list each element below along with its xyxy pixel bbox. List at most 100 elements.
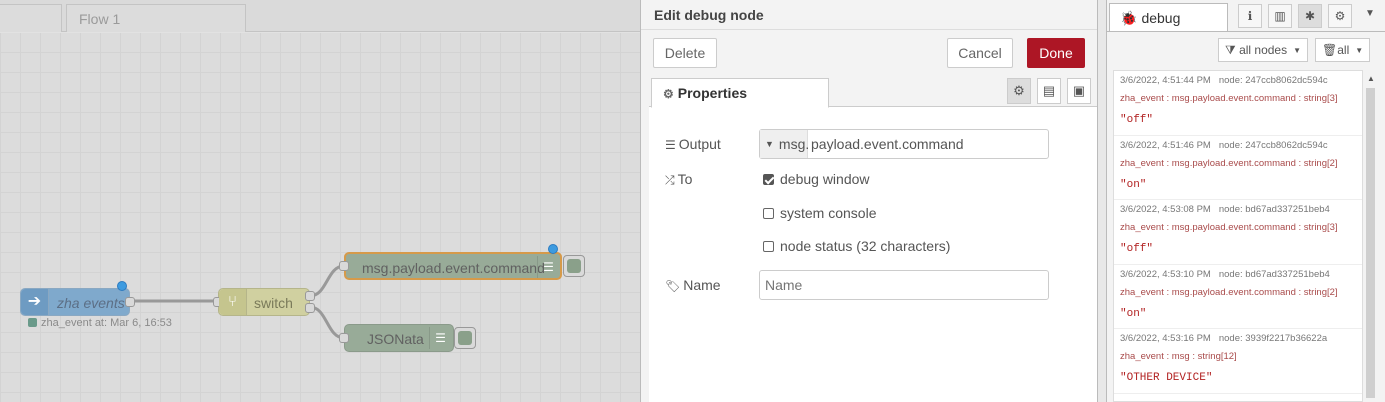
output-port-1[interactable]	[305, 291, 315, 301]
caret-down-icon: ▼	[1355, 46, 1364, 55]
message-node-link[interactable]: node: bd67ad337251beb4	[1219, 269, 1330, 280]
settings-gear-button[interactable]: ⚙	[1007, 78, 1031, 104]
name-input[interactable]	[759, 270, 1049, 300]
message-meta: 3/6/2022, 4:51:46 PM node: 247ccb8062dc59…	[1120, 140, 1356, 151]
output-port-2[interactable]	[305, 303, 315, 313]
flow-tabbar: Flow 1	[0, 0, 640, 32]
jsonata-label: JSONata	[367, 331, 424, 347]
debug-node-label: msg.payload.event.command	[362, 260, 545, 276]
debug-message-list[interactable]: 3/6/2022, 4:51:44 PM node: 247ccb8062dc59…	[1113, 70, 1363, 402]
message-time: 3/6/2022, 4:51:46 PM	[1120, 139, 1211, 151]
message-topic: zha_event : msg.payload.event.command : …	[1120, 222, 1338, 233]
document-icon: ▤	[1042, 83, 1056, 98]
edit-debug-panel: Edit debug node Delete Cancel Done ⚙ Prop…	[640, 0, 1098, 402]
debug-list-icon: ☰	[537, 256, 559, 278]
debug-message[interactable]: 3/6/2022, 4:53:16 PM node: 3939f2217b3662…	[1114, 329, 1362, 394]
message-node-link[interactable]: node: bd67ad337251beb4	[1219, 204, 1330, 215]
flow-workspace: Flow 1 ➔ zha events zha_event at: Mar 6,…	[0, 0, 640, 402]
filter-nodes-dropdown[interactable]: ⧩ all nodes ▼	[1218, 38, 1309, 62]
flow-canvas[interactable]: ➔ zha events zha_event at: Mar 6, 16:53 …	[0, 33, 640, 402]
debug-message[interactable]: 3/6/2022, 4:51:46 PM node: 247ccb8062dc59…	[1114, 136, 1362, 200]
message-time: 3/6/2022, 4:53:16 PM	[1120, 333, 1211, 344]
flow-tab-flow1[interactable]: Flow 1	[66, 4, 246, 32]
debug-message[interactable]: 3/6/2022, 4:53:10 PM node: bd67ad337251be…	[1114, 265, 1362, 329]
to-label: ⤮ To	[665, 171, 692, 188]
switch-node[interactable]: ⑂ switch	[213, 288, 315, 316]
message-node-link[interactable]: node: 247ccb8062dc594c	[1219, 75, 1328, 86]
output-value: payload.event.command	[811, 136, 964, 152]
panel-title: Edit debug node	[641, 0, 1097, 30]
debug-tab-button[interactable]: ✱	[1298, 4, 1322, 28]
debug-tab[interactable]: 🐞 debug	[1109, 3, 1228, 31]
message-payload[interactable]: "on"	[1120, 308, 1356, 320]
clear-dropdown[interactable]: 🗑all ▼	[1315, 38, 1371, 62]
debug-message[interactable]: 3/6/2022, 4:51:44 PM node: 247ccb8062dc59…	[1114, 71, 1362, 136]
checkbox-checked[interactable]	[763, 174, 774, 185]
message-payload[interactable]: "off"	[1120, 114, 1356, 126]
debug-window-checkbox[interactable]: debug window	[763, 171, 870, 187]
message-meta: 3/6/2022, 4:53:10 PM node: bd67ad337251be…	[1120, 269, 1356, 280]
message-payload[interactable]: "off"	[1120, 243, 1356, 255]
config-tab-button[interactable]: ⚙	[1328, 4, 1352, 28]
chevron-down-icon[interactable]: ▼	[1365, 8, 1375, 19]
output-label-text: Output	[678, 136, 721, 152]
message-meta: 3/6/2022, 4:51:44 PM node: 247ccb8062dc59…	[1120, 75, 1356, 86]
zha-events-status: zha_event at: Mar 6, 16:53	[28, 317, 172, 329]
flow-tab-previous[interactable]	[0, 4, 62, 32]
message-time: 3/6/2022, 4:53:10 PM	[1120, 268, 1211, 280]
jsonata-node[interactable]: JSONata ☰	[339, 324, 454, 352]
cancel-button[interactable]: Cancel	[947, 38, 1013, 68]
info-tab-button[interactable]: ℹ	[1238, 4, 1262, 28]
tab-properties-label: Properties	[677, 85, 748, 101]
description-button[interactable]: ▤	[1037, 78, 1061, 104]
input-port[interactable]	[339, 333, 349, 343]
message-payload[interactable]: "OTHER DEVICE"	[1120, 372, 1356, 384]
message-payload[interactable]: "on"	[1120, 179, 1356, 191]
status-square-icon	[28, 318, 37, 327]
bug-icon: ✱	[1304, 9, 1316, 23]
scroll-thumb[interactable]	[1366, 88, 1375, 398]
system-console-label: system console	[780, 205, 877, 221]
switch-label: switch	[254, 295, 293, 311]
list-icon: ☰	[665, 138, 676, 152]
zha-events-node[interactable]: ➔ zha events	[20, 288, 135, 316]
checkbox-unchecked[interactable]	[763, 241, 774, 252]
zha-events-label: zha events	[57, 295, 125, 311]
output-typed-input[interactable]: ▼ msg. payload.event.command	[759, 129, 1049, 159]
output-port[interactable]	[125, 297, 135, 307]
input-port[interactable]	[339, 261, 349, 271]
app-root: Flow 1 ➔ zha events zha_event at: Mar 6,…	[0, 0, 1385, 402]
filter-nodes-label: all nodes	[1239, 43, 1288, 57]
message-topic: zha_event : msg.payload.event.command : …	[1120, 286, 1338, 298]
checkbox-unchecked[interactable]	[763, 208, 774, 219]
output-label: ☰ Output	[665, 136, 721, 152]
node-status-checkbox[interactable]: node status (32 characters)	[763, 238, 950, 254]
name-label: 🏷 Name	[665, 277, 721, 293]
tab-properties[interactable]: ⚙ Properties	[651, 78, 829, 108]
caret-down-icon: ▼	[765, 139, 774, 149]
book-icon: ▥	[1274, 9, 1286, 23]
panel-divider	[1098, 0, 1106, 402]
message-topic: zha_event : msg.payload.event.command : …	[1120, 93, 1338, 104]
message-node-link[interactable]: node: 3939f2217b36622a	[1219, 333, 1327, 344]
debug-message[interactable]: 3/6/2022, 4:53:08 PM node: bd67ad337251be…	[1114, 200, 1362, 265]
jsonata-enable-toggle[interactable]	[454, 327, 476, 349]
appearance-button[interactable]: ▣	[1067, 78, 1091, 104]
message-scrollbar[interactable]: ▲	[1364, 70, 1378, 402]
debug-enable-toggle[interactable]	[563, 255, 585, 277]
done-button[interactable]: Done	[1027, 38, 1085, 68]
arrow-right-icon: ➔	[21, 289, 49, 315]
help-tab-button[interactable]: ▥	[1268, 4, 1292, 28]
message-node-link[interactable]: node: 247ccb8062dc594c	[1219, 140, 1328, 151]
scroll-up-icon[interactable]: ▲	[1367, 74, 1375, 83]
type-prefix: msg.	[778, 136, 810, 152]
gear-icon: ⚙	[1334, 9, 1346, 23]
name-label-text: Name	[683, 277, 721, 293]
type-select[interactable]: ▼ msg.	[760, 130, 810, 158]
gear-icon: ⚙	[663, 87, 674, 101]
debug-node[interactable]: msg.payload.event.command ☰	[339, 252, 562, 280]
system-console-checkbox[interactable]: system console	[763, 205, 876, 221]
delete-button[interactable]: Delete	[653, 38, 717, 68]
message-meta: 3/6/2022, 4:53:08 PM node: bd67ad337251be…	[1120, 204, 1356, 215]
panel-tabs: ⚙ Properties ⚙ ▤ ▣	[649, 77, 1097, 108]
